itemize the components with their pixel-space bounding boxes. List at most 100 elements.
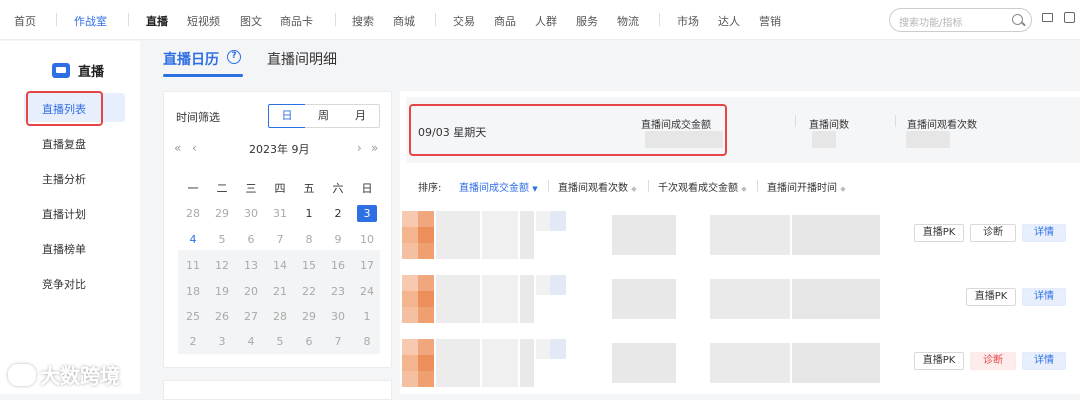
sidebar-item-live-ranking[interactable]: 直播榜单 (42, 241, 86, 257)
prev-month-icon[interactable]: ‹ (192, 141, 197, 155)
sort-option-gmv-per-mille[interactable]: 千次观看成交金额 ◆ (658, 179, 747, 194)
tab-live-detail[interactable]: 直播间明细 (267, 49, 337, 69)
sort-option-gmv[interactable]: 直播间成交金额 ▼ (459, 179, 538, 194)
nav-mall[interactable]: 商城 (393, 13, 415, 29)
calendar-day[interactable]: 25 (183, 308, 203, 325)
next-month-icon[interactable]: › (357, 141, 362, 155)
search-icon[interactable] (1012, 14, 1023, 25)
calendar-day[interactable]: 6 (299, 333, 319, 350)
prev-year-icon[interactable]: « (174, 141, 181, 155)
calendar-day[interactable]: 22 (299, 283, 319, 300)
nav-product[interactable]: 商品 (494, 13, 516, 29)
granularity-month-button[interactable]: 月 (342, 104, 380, 128)
blurred-content (792, 215, 880, 255)
sort-label: 排序: (418, 183, 442, 194)
nav-search[interactable]: 搜索 (352, 13, 374, 29)
granularity-day-button[interactable]: 日 (268, 104, 306, 128)
live-pk-button[interactable]: 直播PK (914, 352, 964, 370)
next-year-icon[interactable]: » (371, 141, 378, 155)
search-input[interactable]: 搜索功能/指标 (899, 14, 962, 29)
nav-service[interactable]: 服务 (576, 13, 598, 29)
calendar-day[interactable]: 17 (357, 257, 377, 274)
calendar-day[interactable]: 3 (357, 205, 377, 222)
calendar-day[interactable]: 9 (328, 231, 348, 248)
calendar-day[interactable]: 3 (212, 333, 232, 350)
live-pk-button[interactable]: 直播PK (966, 288, 1016, 306)
calendar-day[interactable]: 13 (241, 257, 261, 274)
granularity-week-button[interactable]: 周 (305, 104, 343, 128)
calendar-day[interactable]: 29 (212, 205, 232, 222)
monitor-icon[interactable] (1042, 13, 1053, 22)
calendar-day[interactable]: 5 (212, 231, 232, 248)
details-button[interactable]: 详情 (1022, 288, 1066, 306)
calendar-day[interactable]: 11 (183, 257, 203, 274)
calendar-day[interactable]: 1 (357, 308, 377, 325)
nav-market[interactable]: 市场 (677, 13, 699, 29)
calendar-day[interactable]: 2 (328, 205, 348, 222)
calendar-day[interactable]: 29 (299, 308, 319, 325)
calendar-day[interactable]: 18 (183, 283, 203, 300)
calendar-day[interactable]: 30 (241, 205, 261, 222)
details-button[interactable]: 详情 (1022, 224, 1066, 242)
calendar-day[interactable]: 1 (299, 205, 319, 222)
calendar-day[interactable]: 20 (241, 283, 261, 300)
nav-logistics[interactable]: 物流 (617, 13, 639, 29)
calendar-day[interactable]: 27 (241, 308, 261, 325)
sort-option-views[interactable]: 直播间观看次数 ◆ (558, 179, 637, 194)
calendar-day[interactable]: 14 (270, 257, 290, 274)
calendar-day[interactable]: 16 (328, 257, 348, 274)
blurred-content (710, 215, 790, 255)
sidebar-item-live-review[interactable]: 直播复盘 (42, 136, 86, 152)
help-icon[interactable]: ? (227, 50, 241, 64)
tab-live-calendar[interactable]: 直播日历 (163, 49, 219, 69)
weekday-label: 四 (274, 182, 286, 195)
calendar-day[interactable]: 23 (328, 283, 348, 300)
blurred-content (418, 371, 434, 387)
calendar-day[interactable]: 8 (299, 231, 319, 248)
diagnose-button[interactable]: 诊断 (970, 352, 1016, 370)
calendar-day[interactable]: 5 (270, 333, 290, 350)
nav-image-text[interactable]: 图文 (240, 13, 262, 29)
calendar-day[interactable]: 30 (328, 308, 348, 325)
calendar-day[interactable]: 31 (270, 205, 290, 222)
nav-marketing[interactable]: 营销 (759, 13, 781, 29)
nav-live[interactable]: 直播 (146, 13, 168, 29)
sort-option-start-time[interactable]: 直播间开播时间 ◆ (767, 179, 846, 194)
blurred-content (792, 279, 880, 319)
diagnose-button[interactable]: 诊断 (970, 224, 1016, 242)
search-box[interactable]: 搜索功能/指标 (889, 8, 1032, 32)
sidebar-item-competition[interactable]: 竞争对比 (42, 276, 86, 292)
calendar-day[interactable]: 28 (270, 308, 290, 325)
calendar-day[interactable]: 19 (212, 283, 232, 300)
nav-divider (56, 13, 57, 26)
weekday-label: 一 (187, 182, 199, 195)
calendar-day[interactable]: 21 (270, 283, 290, 300)
sidebar-item-live-list[interactable]: 直播列表 (42, 101, 86, 117)
nav-product-card[interactable]: 商品卡 (280, 13, 313, 29)
nav-war-room[interactable]: 作战室 (74, 13, 107, 29)
nav-short-video[interactable]: 短视频 (187, 13, 220, 29)
calendar-day[interactable]: 24 (357, 283, 377, 300)
calendar-day[interactable]: 7 (328, 333, 348, 350)
sidebar-item-live-plan[interactable]: 直播计划 (42, 206, 86, 222)
calendar-day[interactable]: 6 (241, 231, 261, 248)
calendar-day[interactable]: 4 (241, 333, 261, 350)
calendar-day[interactable]: 26 (212, 308, 232, 325)
calendar-day[interactable]: 7 (270, 231, 290, 248)
calendar-day[interactable]: 12 (212, 257, 232, 274)
details-button[interactable]: 详情 (1022, 352, 1066, 370)
live-pk-button[interactable]: 直播PK (914, 224, 964, 242)
nav-crowd[interactable]: 人群 (535, 13, 557, 29)
sidebar-item-anchor-analysis[interactable]: 主播分析 (42, 171, 86, 187)
calendar-day[interactable]: 10 (357, 231, 377, 248)
blurred-content (482, 339, 518, 387)
calendar-day[interactable]: 8 (357, 333, 377, 350)
message-icon[interactable] (1064, 12, 1075, 23)
calendar-day[interactable]: 4 (183, 231, 203, 248)
calendar-day[interactable]: 2 (183, 333, 203, 350)
calendar-day[interactable]: 15 (299, 257, 319, 274)
nav-influencer[interactable]: 达人 (718, 13, 740, 29)
nav-trade[interactable]: 交易 (453, 13, 475, 29)
calendar-day[interactable]: 28 (183, 205, 203, 222)
nav-home[interactable]: 首页 (14, 13, 36, 29)
